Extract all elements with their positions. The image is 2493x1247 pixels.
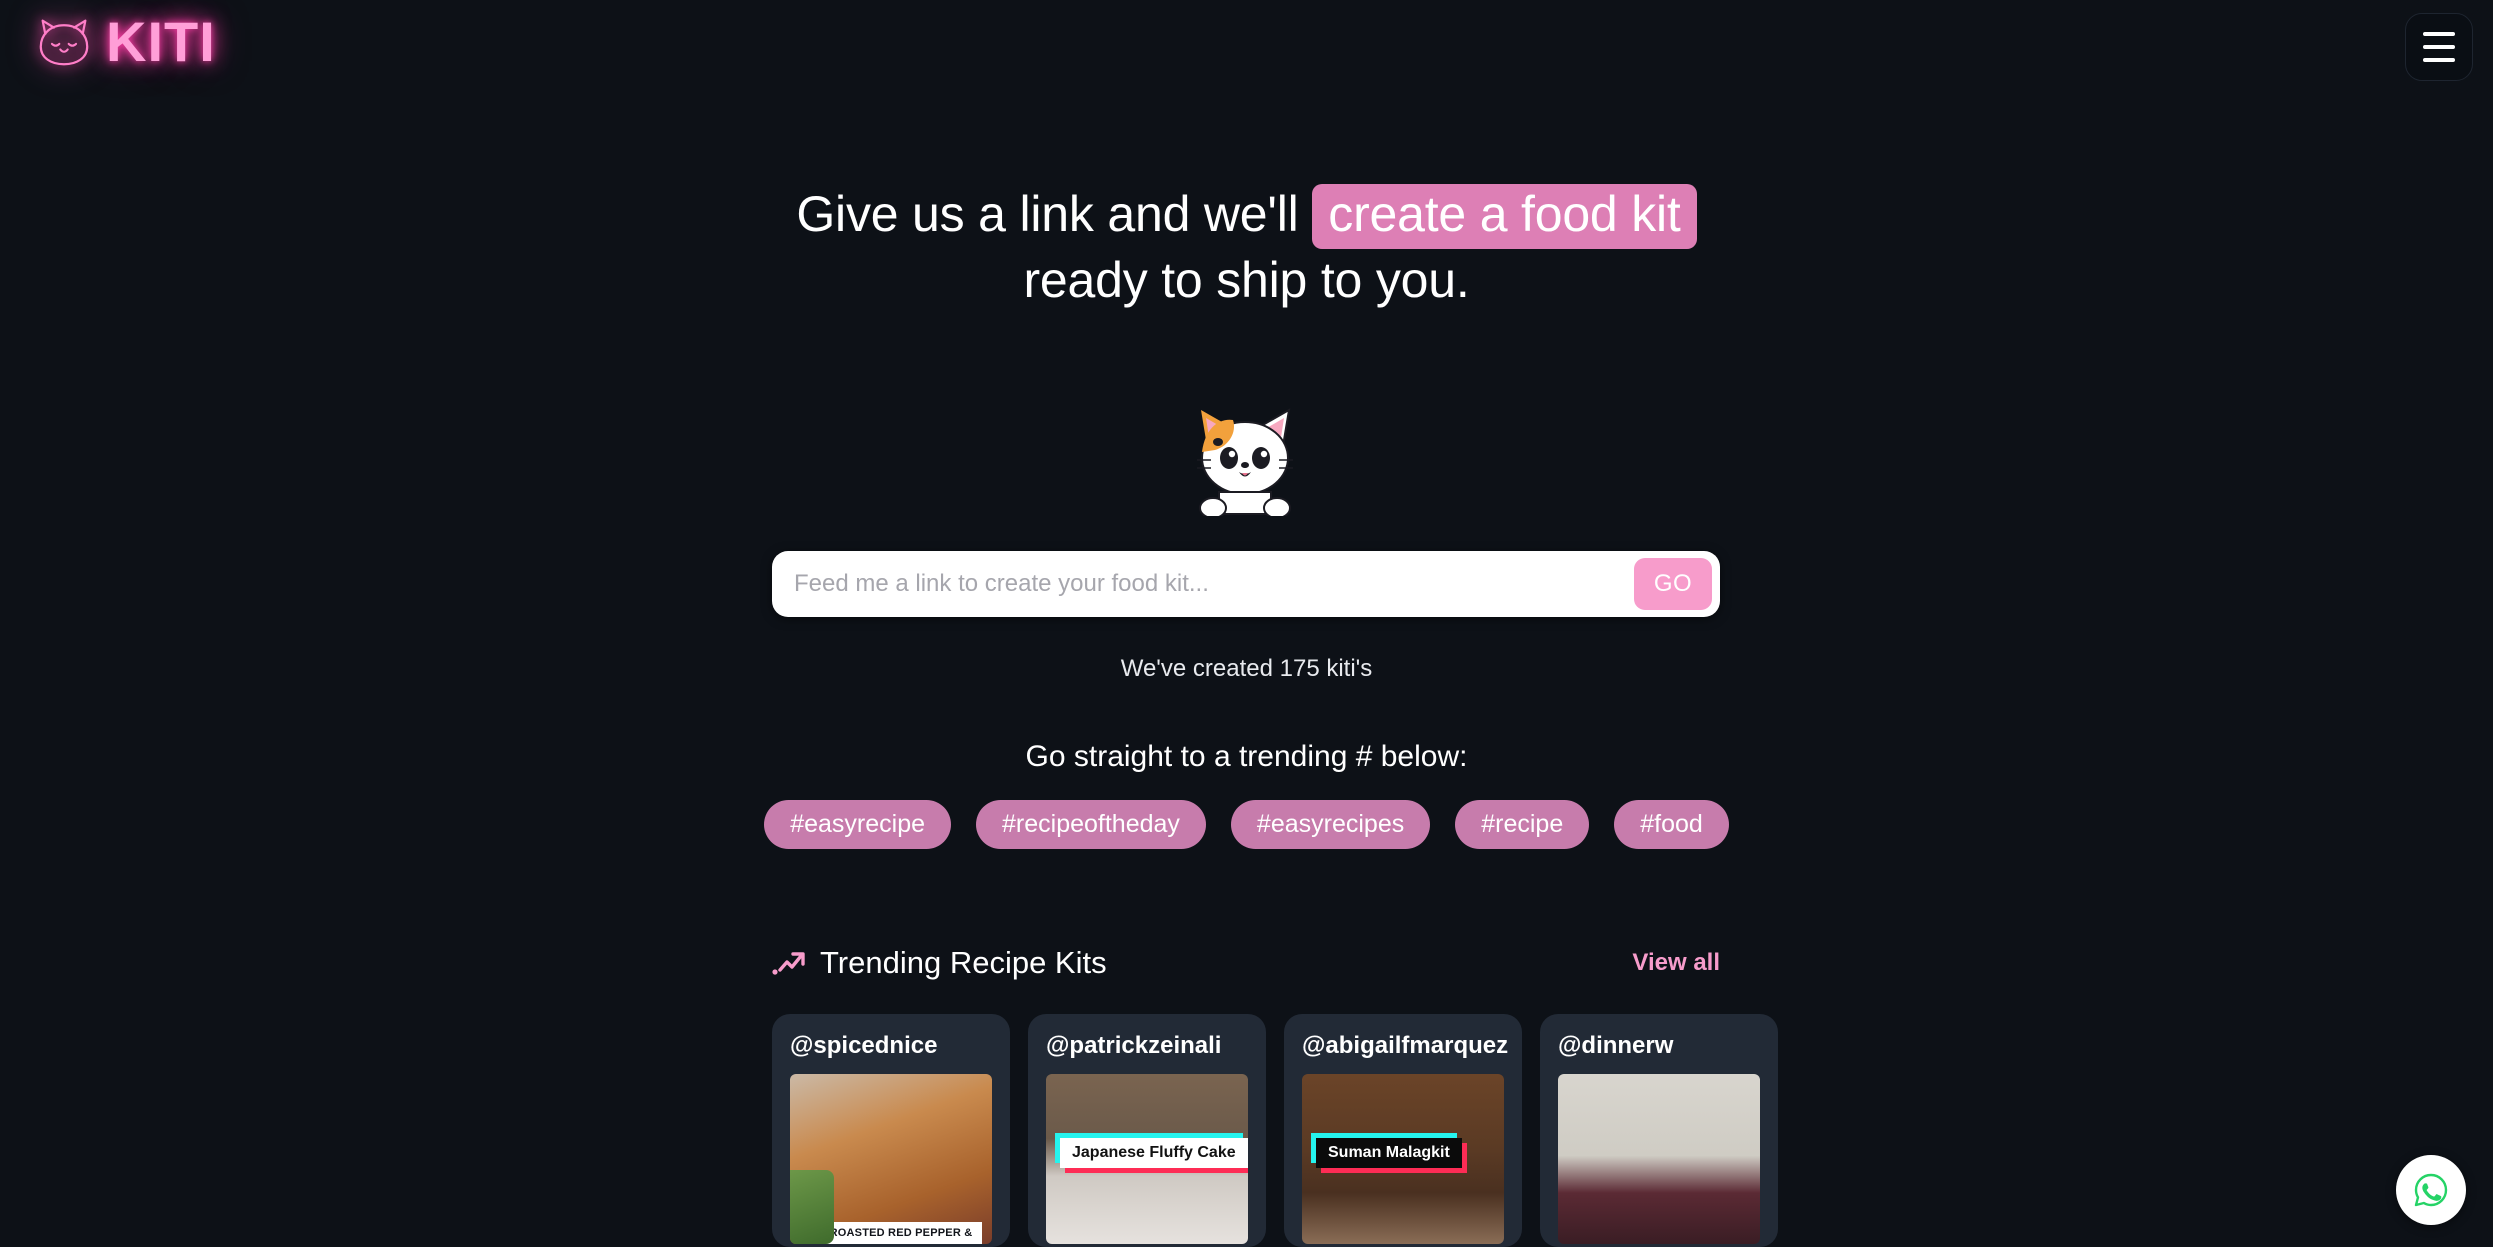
hashtag-pill[interactable]: #food bbox=[1614, 800, 1729, 849]
hashtag-pill[interactable]: #easyrecipe bbox=[764, 800, 952, 849]
card-overlay-text: Suman Malagkit bbox=[1316, 1138, 1462, 1168]
recipe-card[interactable]: @patrickzeinali Japanese Fluffy Cake bbox=[1028, 1014, 1266, 1247]
card-thumbnail bbox=[1558, 1074, 1760, 1244]
hashtag-pill[interactable]: #recipeoftheday bbox=[976, 800, 1206, 849]
card-thumbnail: Suman Malagkit bbox=[1302, 1074, 1504, 1244]
recipe-card[interactable]: @spicednice ♫ ROASTED RED PEPPER & bbox=[772, 1014, 1010, 1247]
hashtags-title: Go straight to a trending # below: bbox=[1025, 740, 1468, 773]
menu-line bbox=[2423, 32, 2455, 36]
card-overlay-text: Japanese Fluffy Cake bbox=[1060, 1138, 1248, 1168]
card-thumbnail: Japanese Fluffy Cake bbox=[1046, 1074, 1248, 1244]
site-header: KITI bbox=[0, 0, 2493, 110]
go-button[interactable]: GO bbox=[1634, 558, 1712, 610]
created-count-label: We've created 175 kiti's bbox=[1120, 655, 1373, 682]
cat-mascot-icon bbox=[1197, 408, 1293, 516]
brand-name: KITI bbox=[106, 10, 216, 73]
cat-face-icon bbox=[39, 19, 89, 66]
hero-section: Give us a link and we'll create a food k… bbox=[0, 183, 2493, 311]
menu-line bbox=[2423, 45, 2455, 49]
recipe-card[interactable]: @abigailfmarquez Suman Malagkit bbox=[1284, 1014, 1522, 1247]
hashtag-pill[interactable]: #recipe bbox=[1455, 800, 1590, 849]
whatsapp-icon bbox=[2414, 1173, 2448, 1207]
trending-up-icon bbox=[772, 952, 805, 975]
card-handle: @abigailfmarquez bbox=[1302, 1032, 1509, 1059]
trending-title: Trending Recipe Kits bbox=[820, 945, 1107, 980]
tiktok-icon: ♫ bbox=[798, 1180, 822, 1204]
headline-line2: ready to ship to you. bbox=[1023, 251, 1470, 308]
card-handle: @spicednice bbox=[790, 1032, 938, 1059]
trending-section-header: Trending Recipe Kits View all bbox=[772, 945, 1720, 981]
card-caption: ROASTED RED PEPPER & bbox=[820, 1222, 982, 1244]
card-thumbnail: ♫ ROASTED RED PEPPER & bbox=[790, 1074, 992, 1244]
recipe-card[interactable]: @dinnerw bbox=[1540, 1014, 1778, 1247]
search-bar[interactable]: GO bbox=[772, 551, 1720, 617]
hamburger-menu-icon[interactable] bbox=[2405, 13, 2473, 81]
search-input[interactable] bbox=[772, 570, 1634, 598]
whatsapp-button[interactable] bbox=[2396, 1155, 2466, 1225]
headline-prefix: Give us a link and we'll bbox=[796, 186, 1299, 242]
trending-card-list[interactable]: @spicednice ♫ ROASTED RED PEPPER & @patr… bbox=[772, 1014, 2493, 1247]
card-handle: @dinnerw bbox=[1558, 1032, 1674, 1059]
page-title: Give us a link and we'll create a food k… bbox=[0, 183, 2493, 311]
brand-logo[interactable]: KITI bbox=[36, 14, 216, 70]
headline-highlight: create a food kit bbox=[1312, 184, 1697, 249]
landing-page: KITI Give us a link and we'll create a f… bbox=[0, 0, 2493, 1247]
menu-line bbox=[2423, 58, 2455, 62]
hashtag-pill[interactable]: #easyrecipes bbox=[1230, 800, 1431, 849]
view-all-link[interactable]: View all bbox=[1632, 949, 1720, 977]
hashtag-list: #easyrecipe #recipeoftheday #easyrecipes… bbox=[0, 800, 2493, 849]
card-handle: @patrickzeinali bbox=[1046, 1032, 1222, 1059]
